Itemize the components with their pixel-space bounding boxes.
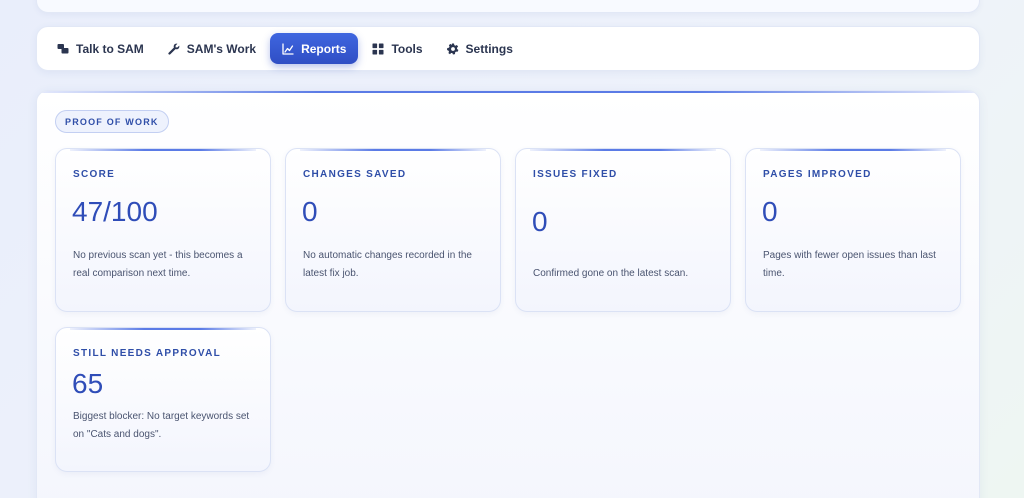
card-value: 65 <box>72 368 104 399</box>
tab-label: Reports <box>301 41 347 56</box>
tab-label: Tools <box>391 41 423 56</box>
top-header-bar <box>36 0 980 13</box>
card-label: PAGES IMPROVED <box>763 169 872 180</box>
card-label: SCORE <box>73 169 116 180</box>
tab-tools[interactable]: Tools <box>362 33 432 64</box>
tab-sams-work[interactable]: SAM's Work <box>158 33 266 64</box>
card-description: Confirmed gone on the latest scan. <box>533 268 689 279</box>
proof-of-work-panel: PROOF OF WORK SCORE 47/100 No previous s… <box>36 90 980 498</box>
card-value: 47/100 <box>72 196 158 227</box>
main-nav: Talk to SAM SAM's Work Reports Tools Set… <box>36 26 980 71</box>
card-label: ISSUES FIXED <box>533 169 618 180</box>
card-label: CHANGES SAVED <box>303 169 407 180</box>
card-value: 0 <box>762 196 778 227</box>
tab-label: Settings <box>465 41 513 56</box>
changes-saved-card: CHANGES SAVED 0 No automatic changes rec… <box>285 148 501 312</box>
pages-improved-card: PAGES IMPROVED 0 Pages with fewer open i… <box>745 148 961 312</box>
tab-settings[interactable]: Settings <box>437 33 523 64</box>
card-value: 0 <box>532 206 548 237</box>
tab-label: Talk to SAM <box>76 41 144 56</box>
chat-icon <box>57 43 69 53</box>
card-description: Pages with fewer open issues than last t… <box>763 250 936 279</box>
issues-fixed-card: ISSUES FIXED 0 Confirmed gone on the lat… <box>515 148 731 312</box>
score-card: SCORE 47/100 No previous scan yet - this… <box>55 148 271 312</box>
card-description: Biggest blocker: No target keywords set … <box>73 411 250 440</box>
card-label: STILL NEEDS APPROVAL <box>73 348 222 359</box>
card-description: No previous scan yet - this becomes a re… <box>73 250 243 279</box>
card-value: 0 <box>302 196 318 227</box>
card-description: No automatic changes recorded in the lat… <box>303 250 472 279</box>
still-needs-approval-card: STILL NEEDS APPROVAL 65 Biggest blocker:… <box>55 327 271 472</box>
tab-label: SAM's Work <box>186 41 257 56</box>
wrench-icon <box>168 43 180 55</box>
proof-of-work-badge: PROOF OF WORK <box>55 110 169 133</box>
gear-icon <box>446 43 458 54</box>
grid-icon <box>372 43 384 54</box>
tab-reports[interactable]: Reports <box>270 33 359 64</box>
chart-icon <box>282 42 294 55</box>
tab-talk-to-sam[interactable]: Talk to SAM <box>47 33 154 64</box>
